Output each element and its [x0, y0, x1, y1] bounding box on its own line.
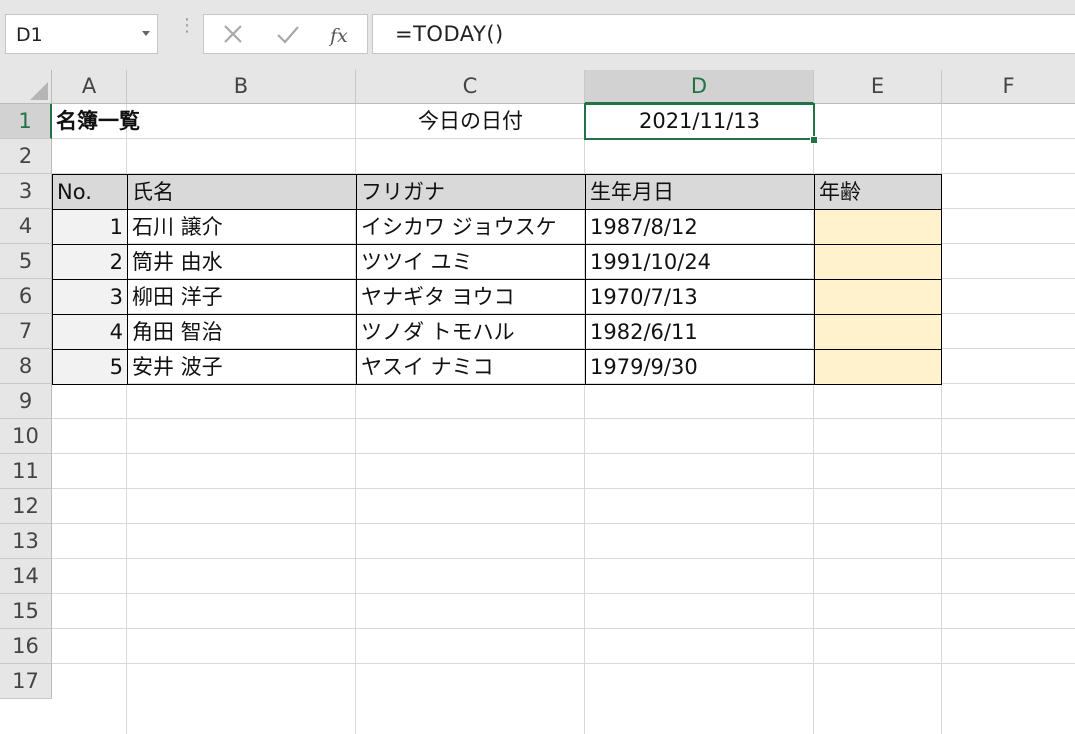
record-name[interactable]: 安井 波子 — [127, 349, 357, 385]
row-header-9[interactable]: 9 — [0, 384, 52, 419]
row-header-5[interactable]: 5 — [0, 244, 52, 279]
record-no[interactable]: 3 — [52, 279, 128, 315]
active-cell-selection[interactable] — [584, 103, 815, 140]
record-name[interactable]: 石川 譲介 — [127, 209, 357, 245]
column-header-f[interactable]: F — [942, 70, 1075, 104]
row-header-11[interactable]: 11 — [0, 454, 52, 489]
column-header-a[interactable]: A — [52, 70, 127, 104]
record-kana[interactable]: ツツイ ユミ — [356, 244, 586, 280]
drag-handle-icon[interactable]: ⋮ — [178, 17, 196, 35]
svg-text:fx: fx — [328, 25, 348, 47]
record-kana[interactable]: イシカワ ジョウスケ — [356, 209, 586, 245]
record-no[interactable]: 1 — [52, 209, 128, 245]
gridline — [52, 453, 1075, 454]
sheet-title[interactable]: 名簿一覧 — [56, 104, 140, 139]
record-kana[interactable]: ツノダ トモハル — [356, 314, 586, 350]
header-name[interactable]: 氏名 — [127, 174, 357, 210]
close-icon[interactable] — [222, 23, 244, 45]
row-header-12[interactable]: 12 — [0, 489, 52, 524]
fx-icon[interactable]: fx — [328, 22, 354, 48]
column-header-b[interactable]: B — [127, 70, 356, 104]
record-no[interactable]: 4 — [52, 314, 128, 350]
row-header-17[interactable]: 17 — [0, 664, 52, 699]
header-no[interactable]: No. — [52, 174, 128, 210]
select-all-corner[interactable] — [0, 70, 52, 104]
record-birthdate[interactable]: 1979/9/30 — [585, 349, 815, 385]
row-header-6[interactable]: 6 — [0, 279, 52, 314]
row-header-1[interactable]: 1 — [0, 104, 52, 139]
row-header-16[interactable]: 16 — [0, 629, 52, 664]
row-header-3[interactable]: 3 — [0, 174, 52, 209]
record-name[interactable]: 筒井 由水 — [127, 244, 357, 280]
chevron-down-icon[interactable] — [142, 31, 150, 36]
header-kana[interactable]: フリガナ — [356, 174, 586, 210]
record-birthdate[interactable]: 1991/10/24 — [585, 244, 815, 280]
record-age[interactable] — [814, 279, 942, 315]
row-header-10[interactable]: 10 — [0, 419, 52, 454]
row-header-7[interactable]: 7 — [0, 314, 52, 349]
header-birthdate[interactable]: 生年月日 — [585, 174, 815, 210]
column-header-d[interactable]: D — [585, 70, 814, 104]
row-header-14[interactable]: 14 — [0, 559, 52, 594]
name-box-value: D1 — [16, 24, 43, 46]
column-header-e[interactable]: E — [814, 70, 942, 104]
gridline — [52, 628, 1075, 629]
gridline — [52, 558, 1075, 559]
row-header-4[interactable]: 4 — [0, 209, 52, 244]
row-header-2[interactable]: 2 — [0, 139, 52, 174]
record-age[interactable] — [814, 314, 942, 350]
gridline — [52, 488, 1075, 489]
check-icon[interactable] — [276, 23, 300, 45]
formula-bar: D1 ⋮ fx =TODAY() — [0, 0, 1075, 70]
column-header-c[interactable]: C — [356, 70, 585, 104]
record-birthdate[interactable]: 1987/8/12 — [585, 209, 815, 245]
select-all-icon — [30, 82, 48, 100]
record-age[interactable] — [814, 244, 942, 280]
record-kana[interactable]: ヤナギタ ヨウコ — [356, 279, 586, 315]
gridline — [52, 663, 1075, 664]
record-no[interactable]: 2 — [52, 244, 128, 280]
record-name[interactable]: 角田 智治 — [127, 314, 357, 350]
formula-text: =TODAY() — [395, 22, 504, 46]
gridline — [52, 593, 1075, 594]
record-age[interactable] — [814, 209, 942, 245]
gridline — [52, 418, 1075, 419]
record-name[interactable]: 柳田 洋子 — [127, 279, 357, 315]
fill-handle[interactable] — [810, 136, 818, 144]
row-header-15[interactable]: 15 — [0, 594, 52, 629]
record-kana[interactable]: ヤスイ ナミコ — [356, 349, 586, 385]
row-header-13[interactable]: 13 — [0, 524, 52, 559]
today-label[interactable]: 今日の日付 — [356, 104, 585, 139]
gridline — [52, 523, 1075, 524]
record-birthdate[interactable]: 1970/7/13 — [585, 279, 815, 315]
formula-input[interactable]: =TODAY() — [372, 14, 1075, 54]
row-header-8[interactable]: 8 — [0, 349, 52, 384]
formula-buttons: fx — [203, 14, 368, 54]
record-no[interactable]: 5 — [52, 349, 128, 385]
record-age[interactable] — [814, 349, 942, 385]
record-birthdate[interactable]: 1982/6/11 — [585, 314, 815, 350]
name-box[interactable]: D1 — [5, 14, 158, 54]
header-age[interactable]: 年齢 — [814, 174, 942, 210]
